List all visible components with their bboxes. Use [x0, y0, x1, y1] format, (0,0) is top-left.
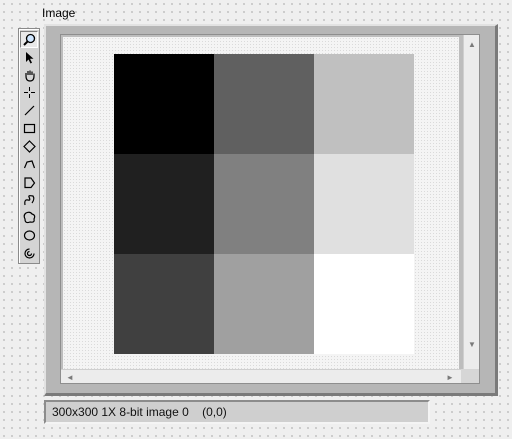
- pan-hand-tool-button[interactable]: [20, 67, 38, 84]
- image-tools-palette: [18, 28, 40, 264]
- scroll-down-icon[interactable]: ▼: [465, 337, 479, 351]
- pointer-tool-button[interactable]: [20, 49, 38, 66]
- image-display-frame: ▲ ▼ ◄ ►: [44, 24, 498, 396]
- pan-hand-icon: [23, 69, 36, 82]
- image-pixel-block: [314, 254, 414, 354]
- zoom-icon: [22, 33, 36, 46]
- image-info-bar: 300x300 1X 8-bit image 0 (0,0): [44, 400, 430, 424]
- image-pixel-block: [214, 154, 314, 254]
- freehand-region-icon: [23, 211, 36, 224]
- rotated-rectangle-icon: [22, 140, 36, 153]
- annulus-icon: [23, 247, 36, 260]
- vertical-scrollbar[interactable]: ▲ ▼: [463, 35, 479, 369]
- rectangle-tool-button[interactable]: [20, 120, 38, 137]
- oval-tool-button[interactable]: [20, 227, 38, 244]
- image-pixel-block: [114, 54, 214, 154]
- image-grid: [114, 54, 414, 354]
- freehand-line-tool-button[interactable]: [20, 192, 38, 209]
- image-pixel-block: [214, 54, 314, 154]
- rotated-rectangle-tool-button[interactable]: [20, 138, 38, 155]
- pointer-icon: [23, 51, 36, 64]
- zoom-tool-button[interactable]: [20, 31, 38, 48]
- freehand-line-icon: [23, 194, 36, 207]
- oval-icon: [23, 229, 36, 242]
- scroll-right-icon[interactable]: ►: [443, 370, 457, 384]
- polyline-icon: [23, 158, 36, 171]
- image-pixel-block: [114, 254, 214, 354]
- scroll-up-icon[interactable]: ▲: [465, 37, 479, 51]
- image-canvas[interactable]: [63, 37, 459, 371]
- horizontal-scrollbar[interactable]: ◄ ►: [61, 369, 479, 383]
- annulus-tool-button[interactable]: [20, 245, 38, 262]
- line-tool-button[interactable]: [20, 102, 38, 119]
- point-tool-button[interactable]: [20, 85, 38, 102]
- image-pixel-block: [314, 154, 414, 254]
- image-control-label: Image: [42, 6, 76, 20]
- freehand-region-tool-button[interactable]: [20, 209, 38, 226]
- line-icon: [23, 104, 36, 117]
- scroll-corner: [461, 369, 479, 383]
- polygon-icon: [23, 176, 36, 189]
- scroll-left-icon[interactable]: ◄: [63, 370, 77, 384]
- image-pixel-block: [314, 54, 414, 154]
- polyline-tool-button[interactable]: [20, 156, 38, 173]
- image-display: ▲ ▼ ◄ ►: [60, 34, 480, 384]
- rectangle-icon: [23, 122, 36, 135]
- point-icon: [23, 86, 36, 99]
- image-pixel-block: [214, 254, 314, 354]
- polygon-tool-button[interactable]: [20, 174, 38, 191]
- image-pixel-block: [114, 154, 214, 254]
